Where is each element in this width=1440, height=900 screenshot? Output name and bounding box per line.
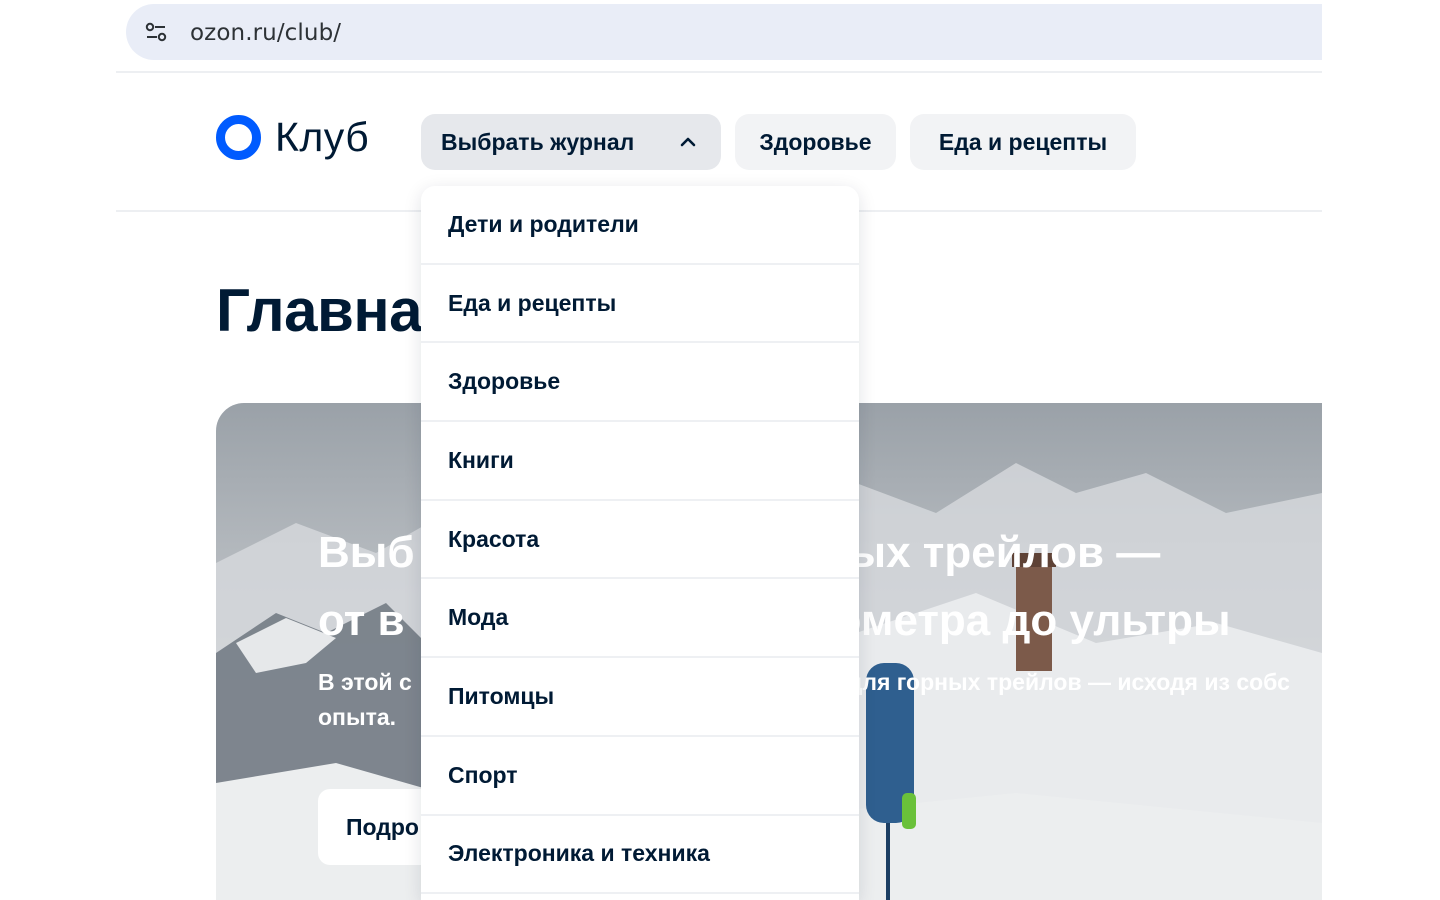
hero-details-label: Подро [346, 813, 419, 840]
chevron-up-icon [680, 137, 696, 147]
dropdown-item-health[interactable]: Здоровье [421, 343, 859, 423]
hero-title-line2-right: ометра до ультры [834, 596, 1231, 645]
dropdown-item-pets[interactable]: Питомцы [421, 658, 859, 737]
hero-subtitle-line1-right: для горных трейлов — исходя из собс [847, 669, 1290, 695]
tune-icon [145, 22, 167, 42]
hero-title-line2-left: от в [318, 596, 405, 645]
nav-food-label: Еда и рецепты [938, 128, 1108, 155]
page-title: Главная [216, 277, 426, 344]
nav-food-button[interactable]: Еда и рецепты [910, 114, 1136, 170]
choose-journal-label: Выбрать журнал [441, 128, 635, 155]
dropdown-item-food[interactable]: Еда и рецепты [421, 265, 859, 344]
ozon-ring-icon [216, 115, 261, 160]
logo-text: Клуб [275, 114, 370, 160]
dropdown-item-electronics[interactable]: Электроника и техника [421, 816, 859, 895]
dropdown-item-books[interactable]: Книги [421, 422, 859, 501]
choose-journal-button[interactable]: Выбрать журнал [421, 114, 721, 170]
hero-title-line1-left: Выб [318, 528, 415, 577]
url-text[interactable]: ozon.ru/club/ [190, 20, 341, 46]
nav-health-button[interactable]: Здоровье [735, 114, 896, 170]
dropdown-item-kids[interactable]: Дети и родители [421, 186, 859, 265]
hero-subtitle-line2: опыта. [318, 704, 397, 730]
dropdown-item-fashion[interactable]: Мода [421, 579, 859, 659]
page: ozon.ru/club/ Клуб Выбрать журнал Здоров… [0, 0, 1440, 900]
dropdown-item-beauty[interactable]: Красота [421, 501, 859, 580]
hero-subtitle-line1-left: В этой с [318, 669, 412, 695]
club-logo[interactable]: Клуб [216, 114, 369, 161]
journal-dropdown: Дети и родители Еда и рецепты Здоровье К… [421, 186, 859, 900]
hero-title-line1-right: ых трейлов — [848, 528, 1161, 577]
nav-health-label: Здоровье [759, 128, 872, 155]
dropdown-item-sport[interactable]: Спорт [421, 737, 859, 816]
site-settings-button[interactable] [136, 12, 176, 52]
address-bar[interactable]: ozon.ru/club/ [126, 4, 1322, 60]
browser-divider [116, 71, 1322, 73]
